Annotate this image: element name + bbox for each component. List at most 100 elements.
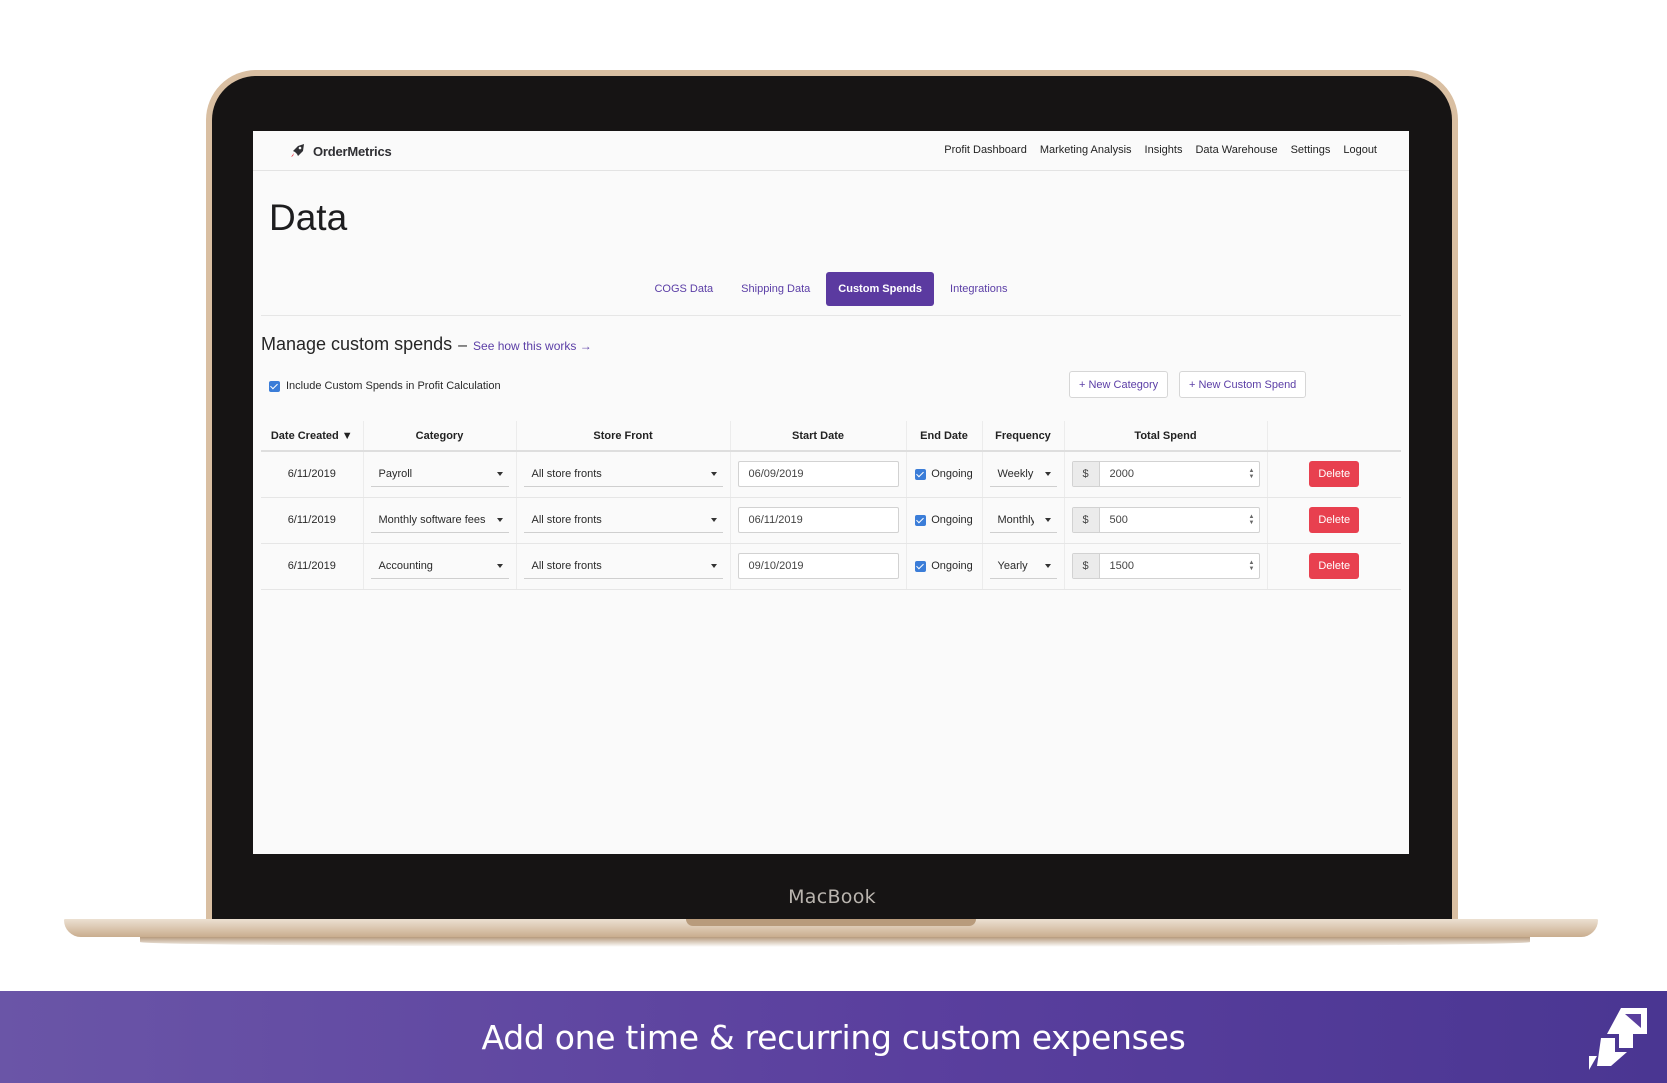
caret-down-icon (1044, 563, 1051, 568)
frequency-select[interactable]: Yearly (989, 553, 1057, 579)
nav-links: Profit Dashboard Marketing Analysis Insi… (944, 144, 1377, 156)
column-header-date-created[interactable]: Date Created ▼ (261, 421, 364, 452)
ordermetrics-mark-icon (1589, 1008, 1647, 1070)
currency-addon: $ (1072, 554, 1100, 578)
section-header: Manage custom spends – See how this work… (261, 334, 592, 355)
column-header-frequency: Frequency (982, 421, 1065, 452)
date-created-cell: 6/11/2019 (261, 451, 364, 498)
date-created-cell: 6/11/2019 (261, 543, 364, 590)
delete-button[interactable]: Delete (1309, 553, 1360, 579)
nav-link-profit-dashboard[interactable]: Profit Dashboard (944, 144, 1027, 156)
total-spend-input-group: $500 ▲ ▼ (1071, 507, 1260, 533)
ongoing-label: Ongoing (931, 468, 973, 481)
nav-link-logout[interactable]: Logout (1343, 144, 1377, 156)
tab-shipping-data[interactable]: Shipping Data (729, 272, 822, 306)
total-spend-input[interactable]: 2000 (1100, 462, 1245, 486)
see-how-link[interactable]: See how this works → (473, 339, 592, 353)
store-front-select[interactable]: All store fronts (523, 461, 723, 488)
caret-down-icon (496, 563, 503, 568)
custom-spends-table: Date Created ▼ Category Store Front Star… (261, 421, 1401, 590)
nav-link-insights[interactable]: Insights (1145, 144, 1183, 156)
table-header-row: Date Created ▼ Category Store Front Star… (261, 421, 1401, 452)
delete-button[interactable]: Delete (1309, 507, 1360, 533)
ongoing-label: Ongoing (931, 514, 973, 526)
column-header-start-date: Start Date (730, 421, 907, 452)
end-date-ongoing: Ongoing (914, 468, 975, 480)
table-row: 6/11/2019 Payroll All store fronts 06/09… (261, 451, 1401, 498)
total-spend-input-group: $2000 ▲ ▼ (1071, 461, 1260, 488)
total-spend-input[interactable]: 1500 (1100, 554, 1245, 578)
laptop-shadow (140, 937, 1530, 947)
number-spinner-icon[interactable]: ▲ ▼ (1245, 462, 1259, 486)
ongoing-checkbox[interactable] (915, 514, 927, 526)
brand[interactable]: OrderMetrics (289, 142, 392, 160)
section-dash: – (458, 337, 468, 354)
brand-name: OrderMetrics (313, 143, 392, 159)
caret-down-icon (1044, 517, 1051, 522)
category-select[interactable]: Accounting (370, 553, 509, 579)
store-front-value: All store fronts (531, 467, 602, 480)
tab-integrations[interactable]: Integrations (938, 272, 1019, 306)
frequency-value: Yearly (997, 559, 1028, 572)
rocket-logo-icon (291, 144, 304, 157)
tab-cogs-data[interactable]: COGS Data (642, 272, 725, 306)
frequency-select[interactable]: Monthly (989, 507, 1057, 533)
start-date-input[interactable]: 06/09/2019 (737, 461, 899, 488)
end-date-ongoing: Ongoing (914, 514, 975, 526)
number-spinner-icon[interactable]: ▲ ▼ (1245, 554, 1259, 578)
store-front-value: All store fronts (531, 559, 602, 572)
new-custom-spend-button[interactable]: + New Custom Spend (1179, 371, 1307, 398)
date-created-cell: 6/11/2019 (261, 497, 364, 544)
ongoing-checkbox[interactable] (915, 468, 927, 480)
currency-addon: $ (1072, 462, 1100, 487)
page-title: Data (269, 197, 348, 238)
store-front-value: All store fronts (531, 513, 602, 526)
ongoing-label: Ongoing (931, 560, 973, 572)
caret-down-icon (710, 517, 717, 522)
tab-custom-spends[interactable]: Custom Spends (826, 272, 935, 306)
start-date-input[interactable]: 09/10/2019 (737, 553, 899, 579)
table-row: 6/11/2019 Accounting All store fronts 09… (261, 543, 1401, 590)
nav-link-settings[interactable]: Settings (1291, 144, 1331, 156)
app-screen: OrderMetrics Profit Dashboard Marketing … (253, 131, 1409, 854)
caret-down-icon (496, 471, 503, 476)
table-row: 6/11/2019 Monthly software fees All stor… (261, 497, 1401, 544)
include-custom-spends-label: Include Custom Spends in Profit Calculat… (286, 380, 501, 392)
total-spend-input[interactable]: 500 (1100, 508, 1245, 532)
frequency-value: Monthly (997, 513, 1034, 526)
include-custom-spends-checkbox[interactable] (269, 380, 280, 392)
category-select[interactable]: Monthly software fees (370, 507, 509, 533)
total-spend-input-group: $1500 ▲ ▼ (1071, 553, 1260, 579)
macbook-label: MacBook (788, 886, 876, 908)
nav-link-data-warehouse[interactable]: Data Warehouse (1195, 144, 1277, 156)
category-value: Payroll (378, 467, 413, 480)
new-category-button[interactable]: + New Category (1069, 371, 1169, 398)
column-header-actions (1267, 421, 1401, 452)
number-spinner-icon[interactable]: ▲ ▼ (1245, 508, 1259, 532)
frequency-select[interactable]: Weekly (989, 461, 1057, 488)
top-navbar: OrderMetrics Profit Dashboard Marketing … (253, 131, 1409, 171)
category-value: Accounting (378, 559, 433, 572)
data-tabs: COGS Data Shipping Data Custom Spends In… (253, 272, 1409, 308)
caret-down-icon (710, 471, 717, 476)
frequency-value: Weekly (997, 467, 1034, 480)
column-header-end-date: End Date (906, 421, 983, 452)
banner-caption: Add one time & recurring custom expenses (481, 1017, 1186, 1057)
caret-down-icon (496, 517, 503, 522)
ongoing-checkbox[interactable] (915, 560, 927, 572)
caret-down-icon (1044, 471, 1051, 476)
category-select[interactable]: Payroll (370, 461, 509, 488)
tabs-divider (261, 315, 1401, 316)
section-title: Manage custom spends (261, 334, 453, 354)
marketing-slide: OrderMetrics Profit Dashboard Marketing … (0, 0, 1667, 1083)
caption-banner: Add one time & recurring custom expenses (0, 991, 1667, 1083)
end-date-ongoing: Ongoing (914, 560, 975, 572)
store-front-select[interactable]: All store fronts (523, 507, 723, 533)
column-header-total-spend: Total Spend (1064, 421, 1268, 452)
delete-button[interactable]: Delete (1309, 461, 1360, 488)
column-header-category: Category (363, 421, 517, 452)
store-front-select[interactable]: All store fronts (523, 553, 723, 579)
start-date-input[interactable]: 06/11/2019 (737, 507, 899, 533)
nav-link-marketing-analysis[interactable]: Marketing Analysis (1040, 144, 1132, 156)
category-value: Monthly software fees (378, 513, 486, 526)
